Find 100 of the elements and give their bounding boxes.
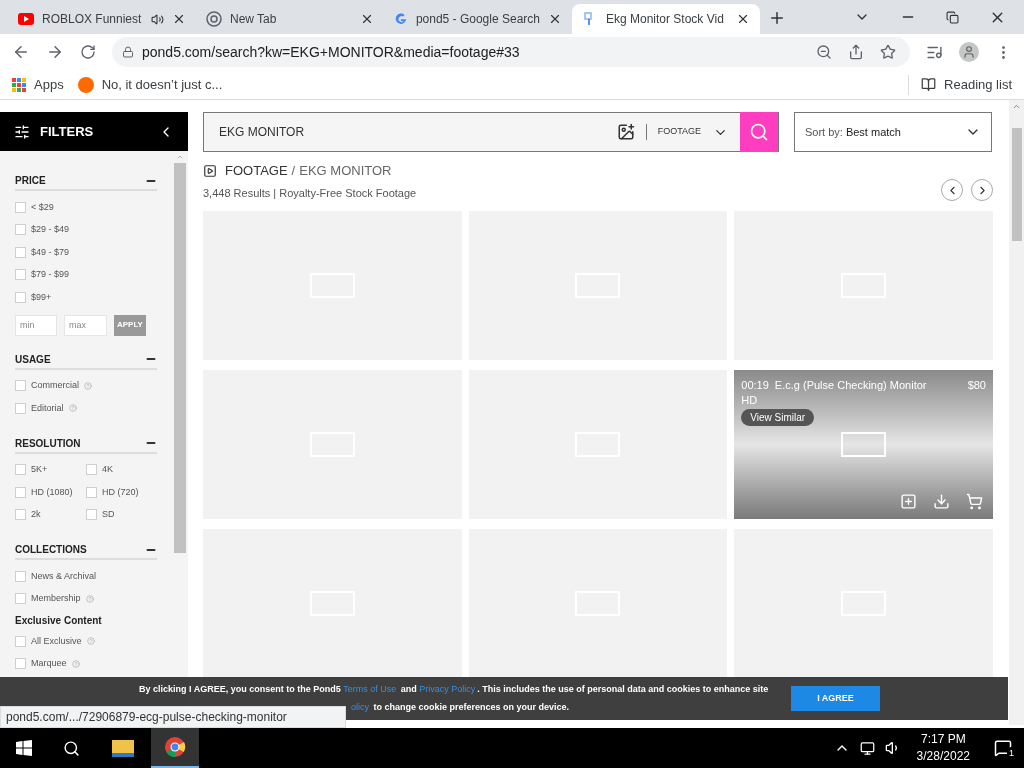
folder-icon[interactable]	[112, 739, 134, 757]
close-icon[interactable]	[360, 12, 374, 26]
close-icon[interactable]	[736, 12, 750, 26]
filter-label[interactable]: $79 - $99	[31, 268, 70, 282]
bookmark[interactable]: No, it doesn’t just c...	[77, 74, 223, 95]
image-search-icon[interactable]	[616, 123, 635, 141]
checkbox[interactable]	[15, 224, 26, 236]
checkbox[interactable]	[15, 593, 26, 605]
restore-icon[interactable]	[946, 10, 959, 24]
filter-label[interactable]: News & Archival	[31, 569, 97, 583]
filter-label[interactable]: Commercial	[31, 379, 79, 393]
reload-icon[interactable]	[80, 44, 96, 60]
lock-icon	[122, 46, 134, 58]
section-title: RESOLUTION	[15, 436, 81, 451]
page-scrollbar[interactable]	[1009, 100, 1024, 725]
bookmark[interactable]: Apps	[12, 74, 64, 95]
section-title: COLLECTIONS	[15, 543, 87, 557]
agree-button[interactable]: I AGREE	[791, 686, 880, 711]
cart-icon[interactable]	[966, 493, 983, 510]
filter-label[interactable]: 4K	[102, 463, 113, 477]
min-price-field[interactable]: min	[15, 314, 57, 336]
scrollbar-thumb[interactable]	[1011, 128, 1022, 241]
filter-label[interactable]: 2k	[31, 508, 41, 522]
tab-title: pond5 - Google Search	[415, 11, 540, 28]
clock[interactable]: 7:17 PM 3/28/2022	[916, 731, 970, 765]
bookmark-label: Apps	[34, 75, 64, 94]
network-icon[interactable]	[859, 740, 875, 756]
video-icon	[18, 13, 34, 25]
close-icon[interactable]	[548, 12, 562, 26]
checkbox[interactable]	[15, 570, 26, 582]
browser-tab[interactable]: New Tab	[196, 4, 384, 34]
g-logo-icon	[394, 11, 408, 27]
close-icon[interactable]	[172, 12, 186, 26]
filter-label[interactable]: Editorial	[31, 401, 64, 415]
address-bar[interactable]: pond5.com/search?kw=EKG+MONITOR&media=footage#33	[112, 37, 910, 67]
bookmark-star-icon[interactable]	[880, 44, 896, 60]
filters-header[interactable]: FILTERS	[0, 112, 188, 151]
zoom-icon[interactable]	[816, 44, 832, 60]
max-price-field[interactable]: max	[64, 314, 107, 336]
filter-label[interactable]: $49 - $79	[31, 245, 70, 259]
forward-icon[interactable]	[46, 43, 64, 61]
filter-label[interactable]: SD	[102, 508, 115, 522]
sliders-icon	[14, 123, 30, 140]
video-thumbnail[interactable]	[203, 529, 462, 678]
checkbox[interactable]	[15, 486, 26, 498]
checkbox[interactable]	[15, 658, 26, 670]
filter-label[interactable]: 5K+	[31, 463, 48, 477]
checkbox[interactable]	[86, 509, 97, 521]
back-icon[interactable]	[12, 43, 30, 61]
checkbox[interactable]	[15, 402, 26, 414]
new-tab-icon[interactable]	[768, 9, 786, 27]
view-similar-button[interactable]: View Similar	[741, 409, 815, 426]
video-thumbnail[interactable]: 00:19 E.c.g (Pulse Checking) Monitor $80 HD View Similar	[734, 370, 993, 519]
search-button[interactable]	[740, 112, 778, 152]
checkbox[interactable]	[15, 291, 26, 303]
reading-list-link[interactable]: Reading list	[944, 74, 1012, 95]
browser-tab[interactable]: ROBLOX Funniest	[8, 4, 196, 34]
scrollbar-thumb[interactable]	[173, 163, 186, 553]
media-dropdown[interactable]: FOOTAGE	[657, 124, 728, 140]
share-icon[interactable]	[848, 44, 864, 60]
filter-label[interactable]: HD (1080)	[31, 485, 73, 499]
video-thumbnail[interactable]	[734, 529, 993, 678]
tab-title: New Tab	[230, 11, 277, 28]
filter-label[interactable]: $99+	[31, 290, 52, 304]
search-icon[interactable]	[63, 739, 80, 757]
video-thumbnail[interactable]	[468, 529, 728, 678]
filter-label[interactable]: < $29	[31, 200, 54, 214]
browser-taskbar-button[interactable]	[151, 728, 199, 768]
tab-title: Ekg Monitor Stock Vid	[606, 11, 724, 28]
scroll-up-icon[interactable]	[175, 153, 184, 161]
profile-avatar[interactable]	[959, 42, 979, 62]
scroll-up-icon[interactable]	[1012, 102, 1021, 111]
url-text: pond5.com/search?kw=EKG+MONITOR&media=footage#33	[142, 42, 520, 62]
consent-text: By clicking I AGREE, you consent to the Pond5	[139, 682, 342, 696]
time: 7:17 PM	[920, 731, 966, 748]
filter-label[interactable]: $29 - $49	[31, 223, 70, 237]
browser-tab[interactable]: Ekg Monitor Stock Vid	[572, 4, 760, 34]
search-bar[interactable]: EKG MONITOR FOOTAGE	[203, 112, 779, 152]
download-icon[interactable]	[933, 493, 950, 510]
checkbox[interactable]	[86, 486, 97, 498]
checkbox[interactable]	[15, 246, 26, 258]
checkbox[interactable]	[15, 201, 26, 213]
windows-logo-icon[interactable]	[16, 740, 32, 756]
browser-tab[interactable]: pond5 - Google Search	[384, 4, 572, 34]
checkbox[interactable]	[15, 509, 26, 521]
filter-label[interactable]: All Exclusive	[31, 634, 82, 648]
breadcrumb: FOOTAGE / EKG MONITOR	[225, 162, 392, 180]
filter-label[interactable]: Marquee	[31, 657, 67, 671]
sort-value: Best match	[845, 124, 901, 140]
checkbox[interactable]	[15, 635, 26, 647]
checkbox[interactable]	[15, 269, 26, 281]
sort-dropdown[interactable]: Sort by: Best match	[794, 112, 992, 152]
add-to-collection-icon[interactable]	[900, 493, 917, 510]
checkbox[interactable]	[15, 380, 26, 392]
checkbox[interactable]	[15, 464, 26, 476]
filter-label[interactable]: HD (720)	[102, 485, 139, 499]
date: 3/28/2022	[916, 748, 970, 765]
filter-label[interactable]: Membership	[31, 592, 81, 606]
consent-text: and	[399, 682, 418, 696]
checkbox[interactable]	[86, 464, 97, 476]
